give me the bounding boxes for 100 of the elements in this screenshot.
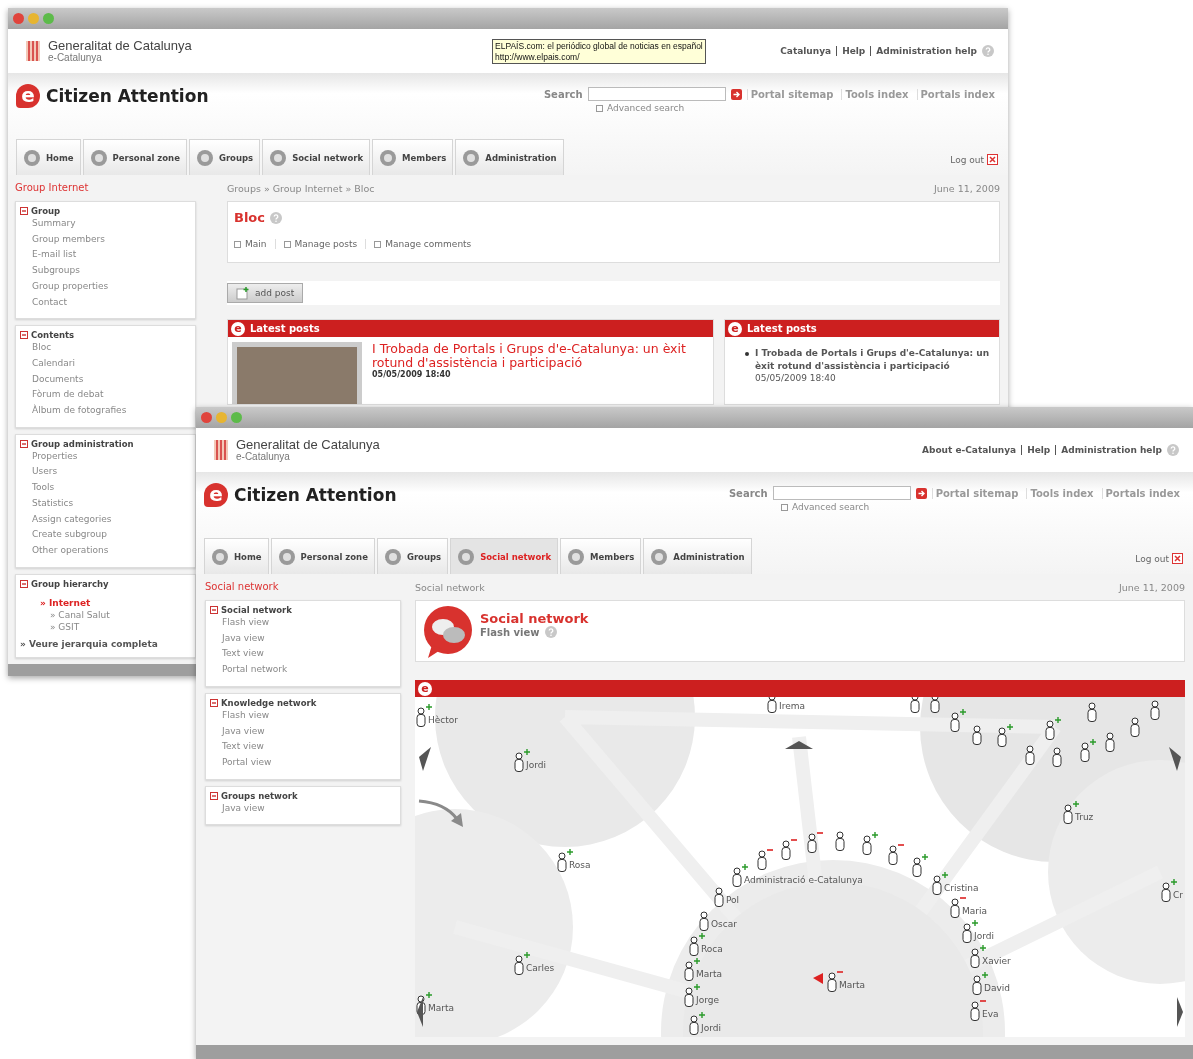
sidebar-link[interactable]: Group members — [32, 231, 105, 248]
full-hierarchy-link[interactable]: » Veure jerarquia completa — [20, 638, 158, 649]
person-icon[interactable] — [767, 697, 777, 713]
portal-link[interactable]: Portal sitemap — [746, 88, 837, 100]
nav-tab[interactable]: Social network — [262, 139, 371, 175]
header-link[interactable]: Help — [836, 46, 866, 56]
post-link[interactable]: I Trobada de Portals i Grups d'e-Catalunya: un èxit rotund d'assistència i participació — [755, 347, 991, 373]
subpage-link[interactable]: Manage comments — [374, 239, 480, 249]
corner-arrow-icon[interactable] — [1169, 747, 1181, 771]
sidebar-link[interactable]: Group properties — [32, 278, 109, 295]
advanced-search-link[interactable]: Advanced search — [606, 103, 685, 113]
subpage-link[interactable]: Manage posts — [283, 239, 367, 249]
nav-tab[interactable]: Administration — [455, 139, 564, 175]
advanced-search-link[interactable]: Advanced search — [791, 502, 870, 512]
sidebar-link[interactable]: Create subgroup — [32, 527, 107, 543]
sidebar-link[interactable]: Java view — [222, 800, 265, 817]
nav-tab[interactable]: Groups — [376, 538, 449, 574]
close-icon[interactable] — [1172, 553, 1183, 564]
sidebar-link[interactable]: Àlbum de fotografies — [32, 403, 127, 419]
collapse-icon[interactable] — [20, 331, 28, 340]
logout-link[interactable]: Log out — [950, 154, 984, 165]
sidebar-link[interactable]: Summary — [32, 216, 76, 232]
sidebar-link[interactable]: Properties — [32, 448, 78, 465]
nav-tab[interactable]: Groups — [188, 139, 261, 175]
header-link[interactable]: Administration help — [1055, 445, 1162, 455]
collapse-icon[interactable] — [210, 791, 218, 800]
collapse-icon[interactable] — [20, 579, 28, 588]
sidebar-link[interactable]: Text view — [222, 739, 264, 755]
post-title-link[interactable]: I Trobada de Portals i Grups d'e-Catalunya: un èxit rotund d'assistència i participació — [372, 342, 709, 370]
person-icon[interactable] — [714, 887, 724, 907]
nav-tab[interactable]: Home — [16, 139, 81, 175]
sidebar-link[interactable]: Bloc — [32, 340, 52, 356]
nav-tab[interactable]: Members — [560, 538, 642, 574]
right-arrow-icon[interactable] — [1177, 997, 1183, 1027]
person-icon[interactable] — [930, 697, 940, 713]
person-icon[interactable] — [910, 697, 920, 713]
portal-link[interactable]: Portals index — [916, 88, 998, 100]
collapse-icon[interactable] — [20, 207, 28, 215]
hierarchy-link[interactable]: » GSIT — [50, 620, 80, 633]
header-link[interactable]: Help — [1021, 445, 1051, 455]
person-icon[interactable] — [1087, 702, 1097, 722]
sidebar-link[interactable]: E-mail list — [32, 247, 77, 264]
sidebar-link[interactable]: Subgroups — [32, 263, 80, 279]
sidebar-link[interactable]: Text view — [222, 646, 264, 663]
sidebar-link[interactable]: Fòrum de debat — [32, 387, 104, 404]
person-icon[interactable] — [781, 839, 798, 860]
person-icon[interactable] — [888, 844, 905, 865]
corner-arrow-icon[interactable] — [419, 747, 431, 771]
portal-link[interactable]: Portal sitemap — [931, 487, 1022, 499]
sidebar-link[interactable]: Other operations — [32, 542, 109, 559]
header-link[interactable]: Administration help — [870, 46, 977, 56]
search-field[interactable] — [772, 486, 911, 500]
sidebar-link[interactable]: Documents — [32, 371, 84, 388]
header-link[interactable]: About e-Catalunya — [921, 445, 1017, 455]
go-button[interactable] — [915, 487, 927, 499]
person-icon[interactable] — [1025, 745, 1035, 765]
sidebar-link[interactable]: Statistics — [32, 495, 74, 512]
collapse-icon[interactable] — [20, 439, 28, 448]
person-icon[interactable] — [835, 831, 845, 851]
collapse-icon[interactable] — [210, 606, 218, 614]
sidebar-link[interactable]: Tools — [32, 480, 55, 496]
portal-link[interactable]: Tools index — [841, 88, 912, 100]
sidebar-link[interactable]: Flash view — [222, 707, 270, 724]
go-button[interactable] — [730, 88, 742, 100]
person-icon[interactable] — [950, 708, 967, 732]
sidebar-link[interactable]: Java view — [222, 630, 265, 647]
portal-link[interactable]: Portals index — [1101, 487, 1183, 499]
person-icon[interactable] — [757, 849, 774, 870]
collapse-icon[interactable] — [210, 698, 218, 707]
nav-tab[interactable]: Administration — [643, 538, 752, 574]
person-icon[interactable] — [912, 853, 929, 877]
search-field[interactable] — [587, 87, 726, 101]
person-icon[interactable] — [972, 725, 982, 745]
left-arrow-icon[interactable] — [417, 997, 423, 1027]
person-icon[interactable] — [1045, 716, 1062, 740]
sidebar-link[interactable]: Calendari — [32, 355, 75, 372]
portal-link[interactable]: Tools index — [1026, 487, 1097, 499]
person-icon[interactable] — [1052, 747, 1062, 767]
subpage-link[interactable]: Main — [234, 239, 276, 249]
close-icon[interactable] — [987, 154, 998, 165]
nav-tab[interactable]: Personal zone — [82, 139, 187, 175]
sidebar-link[interactable]: Assign categories — [32, 511, 112, 528]
logout-link[interactable]: Log out — [1135, 553, 1169, 564]
sidebar-link[interactable]: Portal view — [222, 754, 272, 771]
hierarchy-link[interactable]: » Canal Salut — [50, 608, 110, 621]
sidebar-link[interactable]: Flash view — [222, 615, 270, 631]
person-icon[interactable] — [699, 911, 709, 931]
nav-tab[interactable]: Home — [204, 538, 269, 574]
person-icon[interactable] — [997, 723, 1014, 747]
person-icon[interactable] — [1105, 732, 1115, 752]
person-icon[interactable] — [807, 832, 824, 853]
sidebar-link[interactable]: Portal network — [222, 662, 288, 678]
person-icon[interactable] — [1080, 738, 1097, 762]
person-icon[interactable] — [862, 831, 879, 855]
add-post-button[interactable]: add post — [227, 283, 304, 303]
sidebar-link[interactable]: Contact — [32, 294, 67, 311]
nav-tab[interactable]: Personal zone — [270, 538, 375, 574]
up-arrow-icon[interactable] — [785, 741, 813, 749]
sidebar-link[interactable]: Java view — [222, 723, 265, 740]
curved-arrow-icon[interactable] — [418, 799, 463, 827]
